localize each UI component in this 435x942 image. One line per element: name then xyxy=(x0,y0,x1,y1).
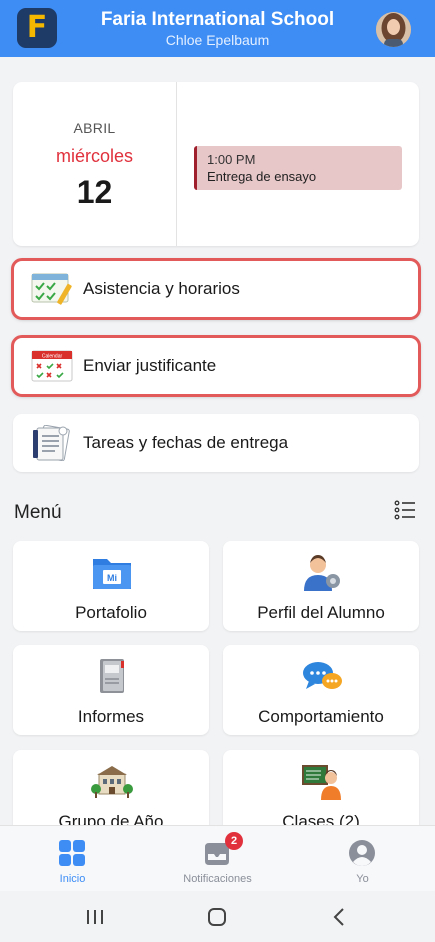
menu-title: Menú xyxy=(14,502,62,523)
send-note-link[interactable]: Calendar Enviar justificante xyxy=(11,335,421,397)
attendance-checklist-icon xyxy=(31,273,72,305)
calendar-icon: Calendar xyxy=(31,350,73,382)
tile-reports[interactable]: Informes xyxy=(13,645,209,735)
student-profile-icon xyxy=(304,555,340,591)
event-item[interactable]: 1:00 PM Entrega de ensayo xyxy=(194,146,402,190)
event-time: 1:00 PM xyxy=(207,152,256,167)
school-building-icon xyxy=(91,766,133,798)
date-month: ABRIL xyxy=(73,120,116,136)
chat-bubbles-icon xyxy=(303,662,342,689)
grid-icon xyxy=(59,840,85,866)
notification-badge: 2 xyxy=(225,832,243,850)
tile-label: Portafolio xyxy=(75,603,147,622)
nav-notifications[interactable]: 2 Notificaciones xyxy=(145,826,290,892)
nav-me[interactable]: Yo xyxy=(290,826,435,892)
tile-student-profile[interactable]: Perfil del Alumno xyxy=(223,541,419,631)
nav-notifications-label: Notificaciones xyxy=(183,873,252,885)
teacher-board-icon xyxy=(302,765,341,800)
recent-apps-icon[interactable] xyxy=(83,905,107,929)
assignments-link[interactable]: Tareas y fechas de entrega xyxy=(13,414,419,472)
user-name: Chloe Epelbaum xyxy=(165,32,270,48)
home-button-icon[interactable] xyxy=(205,905,229,929)
nav-home[interactable]: Inicio xyxy=(0,826,145,892)
assignments-icon xyxy=(33,425,70,461)
user-circle-icon xyxy=(349,840,375,866)
school-name: Faria International School xyxy=(100,9,335,30)
system-navigation-bar xyxy=(0,891,435,942)
tile-label: Perfil del Alumno xyxy=(257,603,385,622)
folder-icon-text: Mi xyxy=(107,573,117,583)
list-view-icon[interactable] xyxy=(394,499,416,521)
calendar-icon-text: Calendar xyxy=(42,354,63,360)
bottom-navigation: Inicio 2 Notificaciones Yo xyxy=(0,825,435,891)
tile-portfolio[interactable]: Mi Portafolio xyxy=(13,541,209,631)
attendance-label: Asistencia y horarios xyxy=(83,279,240,298)
nav-home-label: Inicio xyxy=(59,873,86,885)
event-title: Entrega de ensayo xyxy=(207,169,317,184)
date-weekday: miércoles xyxy=(55,146,134,166)
attendance-link[interactable]: Asistencia y horarios xyxy=(11,258,421,320)
app-header: F Faria International School Chloe Epelb… xyxy=(0,0,435,57)
report-book-icon xyxy=(100,659,124,693)
folder-icon: Mi xyxy=(93,559,131,589)
tile-label: Comportamiento xyxy=(258,707,384,726)
date-day: 12 xyxy=(76,174,113,210)
tile-label: Informes xyxy=(77,707,145,726)
avatar[interactable] xyxy=(376,12,411,47)
tile-behaviour[interactable]: Comportamiento xyxy=(223,645,419,735)
divider xyxy=(176,82,177,246)
send-note-label: Enviar justificante xyxy=(83,356,217,375)
assignments-label: Tareas y fechas de entrega xyxy=(83,433,289,452)
nav-me-label: Yo xyxy=(356,873,369,885)
today-card[interactable]: ABRIL miércoles 12 1:00 PM Entrega de en… xyxy=(13,82,419,246)
back-icon[interactable] xyxy=(328,905,352,929)
